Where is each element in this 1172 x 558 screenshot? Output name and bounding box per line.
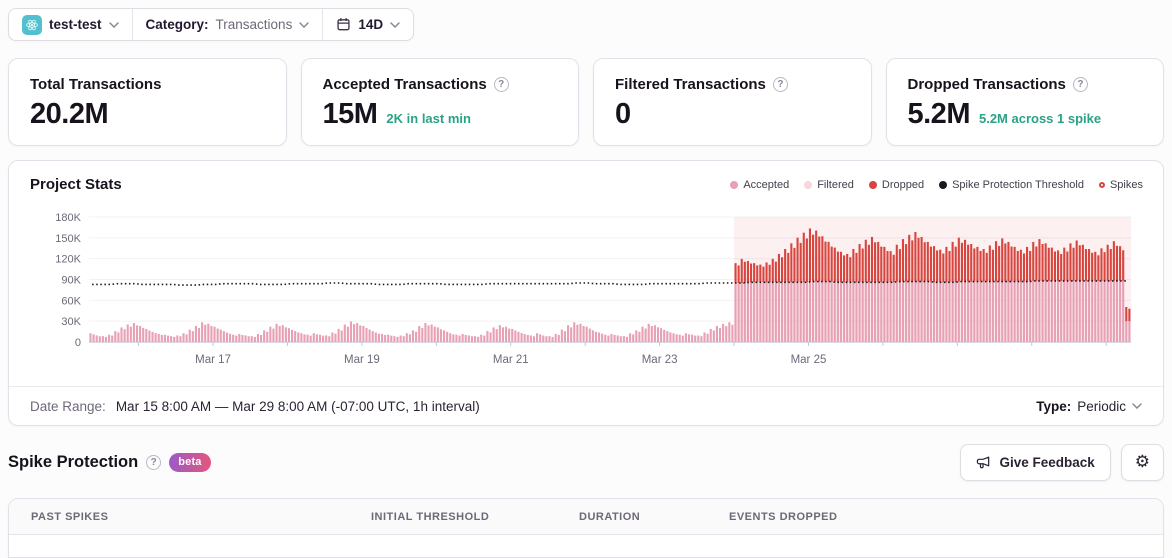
stat-card-filtered: Filtered Transactions ? 0 [593,58,872,146]
chevron-down-icon [108,21,119,28]
spike-ring-icon [1098,181,1105,188]
legend-label: Spikes [1109,178,1143,191]
legend-dot-icon [730,180,739,189]
category-value: Transactions [215,17,293,32]
atom-icon [26,19,38,30]
category-selector[interactable]: Category: Transactions [133,9,323,40]
column-events-dropped: EVENTS DROPPED [729,510,838,523]
gear-icon: ⚙ [1134,452,1150,471]
stat-subtext: 5.2M across 1 spike [978,111,1102,126]
give-feedback-label: Give Feedback [999,454,1095,470]
svg-text:150K: 150K [55,233,81,245]
svg-text:60K: 60K [61,295,81,307]
legend-item-filtered[interactable]: Filtered [804,179,854,191]
stat-value: 15M [322,98,378,130]
stat-value: 0 [615,98,631,130]
svg-text:Mar 23: Mar 23 [642,354,678,366]
type-label: Type: [1036,398,1072,414]
stat-card-dropped: Dropped Transactions ? 5.2M 5.2M across … [885,58,1164,146]
help-icon[interactable]: ? [1072,77,1088,92]
stat-card-total: Total Transactions 20.2M [8,58,287,146]
stat-title: Filtered Transactions [615,76,766,93]
help-icon[interactable]: ? [493,77,509,92]
svg-text:0: 0 [75,337,81,349]
legend-item-accepted[interactable]: Accepted [730,179,789,191]
svg-text:30K: 30K [61,316,81,328]
svg-text:Mar 19: Mar 19 [344,354,380,366]
legend-label: Accepted [743,178,790,191]
project-stats-chart[interactable]: 0 30K 60K 90K 120K 150K 180K Mar 17 Mar 19 Mar 21… [9,207,1163,383]
svg-text:180K: 180K [55,212,81,224]
chevron-down-icon [299,21,310,28]
calendar-icon [337,18,350,31]
chart-title: Project Stats [30,176,122,193]
chart-footer: Date Range: Mar 15 8:00 AM — Mar 29 8:00… [9,386,1163,425]
stat-value: 5.2M [907,98,971,130]
category-label: Category: [145,17,209,32]
give-feedback-button[interactable]: Give Feedback [960,443,1111,481]
svg-text:Mar 21: Mar 21 [493,354,529,366]
legend-label: Dropped [881,178,925,191]
table-header-row: PAST SPIKES INITIAL THRESHOLD DURATION E… [9,499,1163,535]
legend-label: Filtered [817,178,854,191]
column-duration: DURATION [579,510,641,523]
svg-text:90K: 90K [61,275,81,287]
legend-dot-icon [804,180,813,189]
project-selector[interactable]: test-test [9,9,132,40]
svg-text:Mar 17: Mar 17 [195,354,231,366]
column-past-spikes: PAST SPIKES [31,510,109,523]
table-row[interactable] [9,535,1163,557]
past-spikes-table: PAST SPIKES INITIAL THRESHOLD DURATION E… [8,498,1164,558]
project-name: test-test [49,17,102,32]
chevron-down-icon [390,21,400,28]
date-range-value: 14D [358,17,384,32]
stat-title: Total Transactions [30,76,162,93]
stat-card-accepted: Accepted Transactions ? 15M 2K in last m… [300,58,579,146]
legend-label: Spike Protection Threshold [952,178,1084,191]
date-range-label: Date Range: [30,398,106,414]
legend-item-spike-protection-threshold[interactable]: Spike Protection Threshold [939,179,1084,191]
type-selector[interactable]: Type: Periodic [1036,399,1142,414]
help-icon[interactable]: ? [772,77,788,92]
megaphone-icon [977,456,990,468]
project-platform-icon [22,14,42,35]
stat-subtext: 2K in last min [386,111,471,126]
filter-bar: test-test Category: Transactions 14D [8,8,415,41]
type-value: Periodic [1077,398,1126,414]
stat-title: Dropped Transactions [907,76,1066,93]
settings-button[interactable]: ⚙ [1120,443,1164,481]
svg-text:Mar 25: Mar 25 [791,354,827,366]
project-stats-card: Project Stats Accepted Filtered Dropped Spi… [8,160,1164,426]
stat-value: 20.2M [30,98,109,130]
stat-cards-row: Total Transactions 20.2M Accepted Transa… [8,58,1164,146]
legend-item-dropped[interactable]: Dropped [868,178,925,191]
legend-dot-icon [868,180,877,189]
beta-badge: beta [169,452,211,472]
legend-item-spikes[interactable]: Spikes [1098,178,1143,191]
help-icon[interactable]: ? [146,454,162,470]
chevron-down-icon [1132,403,1142,409]
chart-legend: Accepted Filtered Dropped Spike Protection … [730,179,1143,191]
section-title: Spike Protection [8,452,139,471]
legend-dot-icon [939,180,948,189]
stat-title: Accepted Transactions [322,76,487,93]
column-initial-threshold: INITIAL THRESHOLD [371,510,490,523]
spike-protection-header: Spike Protection ? beta Give Feedback ⚙ [8,443,1164,481]
svg-text:120K: 120K [55,254,81,266]
date-range-selector[interactable]: 14D [323,9,413,40]
date-range-text: Mar 15 8:00 AM — Mar 29 8:00 AM (-07:00 … [115,398,480,414]
